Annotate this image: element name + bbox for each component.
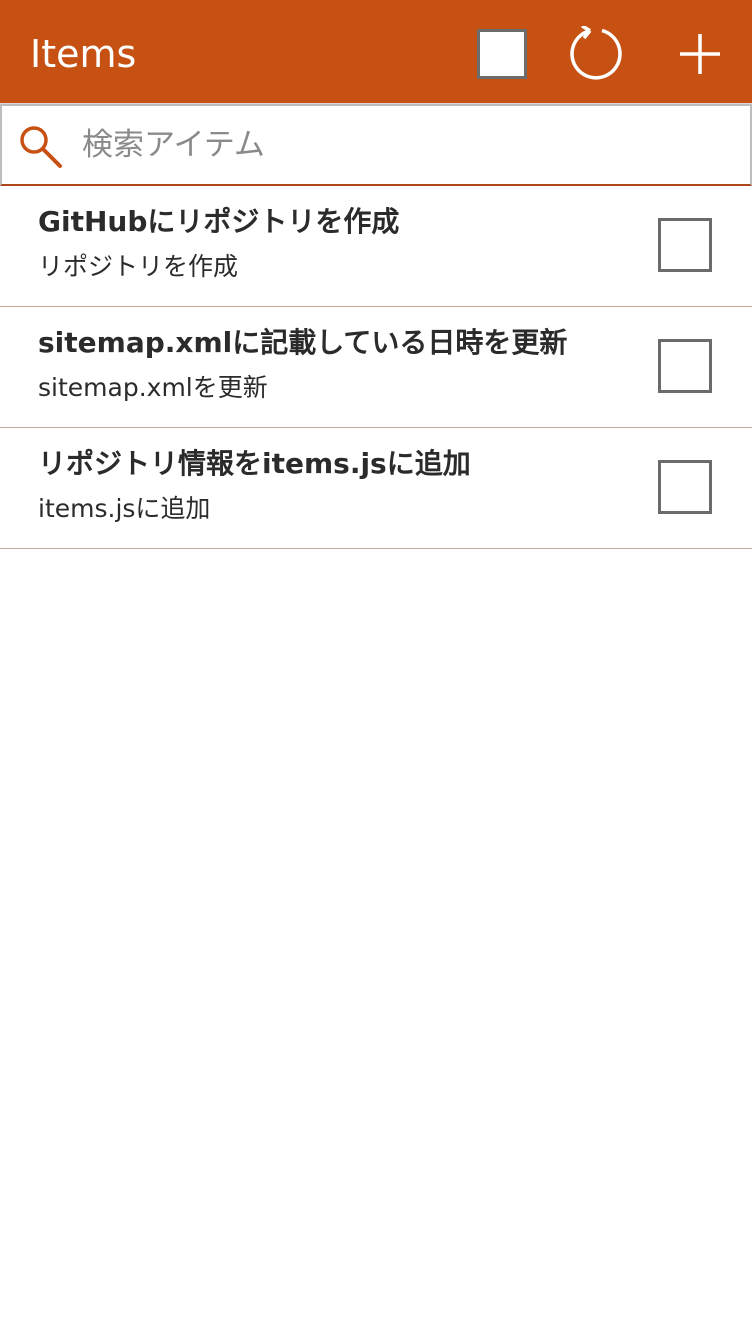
- search-icon: [20, 126, 62, 168]
- refresh-icon: [570, 26, 622, 80]
- item-list: GitHubにリポジトリを作成 リポジトリを作成 sitemap.xmlに記載し…: [0, 186, 752, 549]
- list-item[interactable]: GitHubにリポジトリを作成 リポジトリを作成: [0, 186, 752, 307]
- item-checkbox[interactable]: [658, 218, 712, 272]
- select-all-button[interactable]: [474, 26, 530, 82]
- item-subtitle: items.jsに追加: [38, 494, 211, 523]
- refresh-button[interactable]: [568, 26, 624, 82]
- add-button[interactable]: [672, 26, 728, 82]
- item-checkbox[interactable]: [658, 339, 712, 393]
- item-title: sitemap.xmlに記載している日時を更新: [38, 326, 568, 359]
- app-bar: Items: [0, 0, 752, 104]
- item-checkbox[interactable]: [658, 460, 712, 514]
- search-bar: [0, 104, 752, 186]
- item-title: GitHubにリポジトリを作成: [38, 205, 400, 238]
- list-item[interactable]: リポジトリ情報をitems.jsに追加 items.jsに追加: [0, 428, 752, 549]
- list-item[interactable]: sitemap.xmlに記載している日時を更新 sitemap.xmlを更新: [0, 307, 752, 428]
- item-title: リポジトリ情報をitems.jsに追加: [38, 447, 471, 480]
- page-title: Items: [30, 32, 137, 76]
- item-subtitle: sitemap.xmlを更新: [38, 373, 268, 402]
- checkbox-empty-icon: [477, 29, 527, 79]
- item-subtitle: リポジトリを作成: [38, 252, 239, 281]
- search-input[interactable]: [82, 118, 722, 172]
- plus-icon: [680, 34, 720, 74]
